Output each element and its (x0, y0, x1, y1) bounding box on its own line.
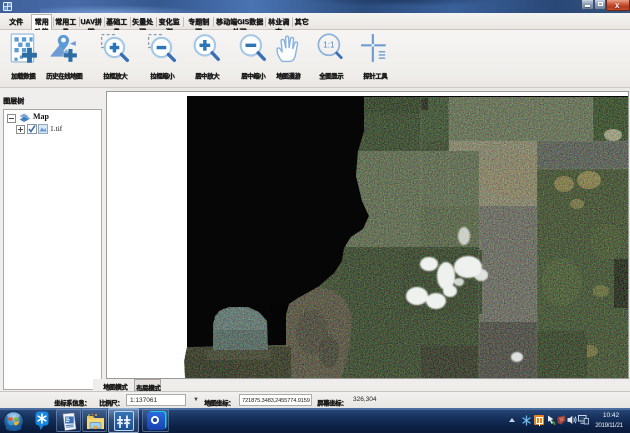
svg-text:1:1: 1:1 (323, 40, 335, 49)
